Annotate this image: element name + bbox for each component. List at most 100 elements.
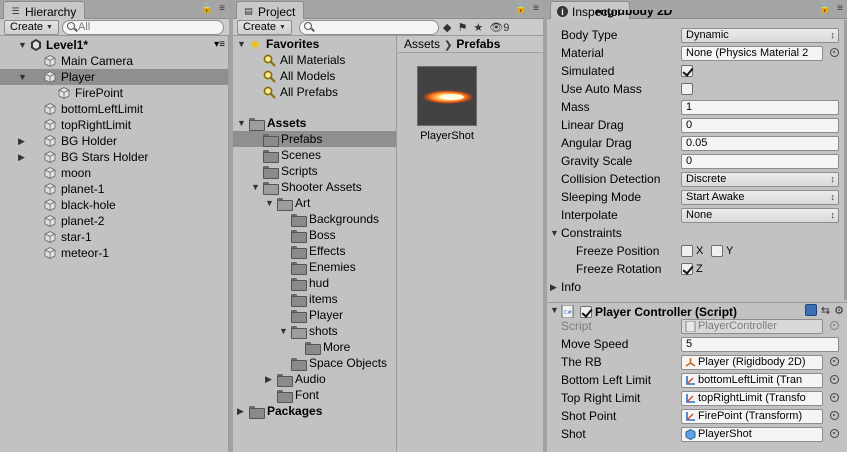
fold-open-icon[interactable]: ▼: [279, 323, 289, 339]
asset-folder-item[interactable]: Scenes: [233, 147, 396, 163]
gear-icon[interactable]: ⚙: [834, 304, 844, 317]
shot-field[interactable]: PlayerShot: [681, 427, 823, 442]
body-type-dropdown[interactable]: Dynamic: [681, 28, 839, 43]
hierarchy-create-button[interactable]: Create ▼: [4, 20, 59, 35]
asset-folder-item[interactable]: Boss: [233, 227, 396, 243]
gravity-scale-field[interactable]: 0: [681, 154, 839, 169]
asset-item-label[interactable]: PlayerShot: [403, 130, 491, 142]
fold-closed-icon[interactable]: ▶: [18, 149, 28, 165]
asset-folder-item[interactable]: Backgrounds: [233, 211, 396, 227]
hierarchy-item[interactable]: ▶ BG Stars Holder: [0, 149, 229, 165]
favorite-star-icon[interactable]: ★: [473, 21, 483, 34]
asset-folder-item[interactable]: Enemies: [233, 259, 396, 275]
preset-icon[interactable]: ⇆: [821, 304, 830, 317]
hierarchy-item[interactable]: planet-1: [0, 181, 229, 197]
breadcrumb-prefabs[interactable]: Prefabs: [456, 37, 500, 51]
fold-open-icon[interactable]: ▼: [550, 305, 559, 315]
shot-point-field[interactable]: FirePoint (Transform): [681, 409, 823, 424]
asset-folder-item[interactable]: hud: [233, 275, 396, 291]
favorite-item[interactable]: All Materials: [233, 52, 396, 68]
scene-menu-icon[interactable]: ▾≡: [214, 37, 225, 53]
fold-open-icon[interactable]: ▼: [18, 37, 28, 53]
info-row[interactable]: ▶ Info: [547, 278, 847, 296]
hierarchy-item[interactable]: star-1: [0, 229, 229, 245]
material-field[interactable]: None (Physics Material 2: [681, 46, 823, 61]
constraints-row[interactable]: ▼ Constraints: [547, 224, 847, 242]
asset-folder-item[interactable]: Effects: [233, 243, 396, 259]
simulated-checkbox[interactable]: [681, 65, 693, 77]
project-tab[interactable]: ▤ Project: [236, 1, 305, 19]
fold-open-icon[interactable]: ▼: [265, 195, 275, 211]
asset-folder-item[interactable]: Player: [233, 307, 396, 323]
object-picker-icon[interactable]: [830, 48, 839, 57]
breadcrumb-assets[interactable]: Assets: [404, 37, 440, 51]
asset-folder-item[interactable]: More: [233, 339, 396, 355]
menu-icon[interactable]: ≡: [533, 3, 539, 14]
hierarchy-item[interactable]: black-hole: [0, 197, 229, 213]
hierarchy-item[interactable]: ▼ Player: [0, 69, 229, 85]
asset-folder-item[interactable]: Space Objects: [233, 355, 396, 371]
hierarchy-item[interactable]: moon: [0, 165, 229, 181]
hidden-packages-icon[interactable]: 👁9: [489, 21, 509, 34]
favorite-item[interactable]: All Prefabs: [233, 84, 396, 100]
hierarchy-item[interactable]: meteor-1: [0, 245, 229, 261]
hierarchy-item[interactable]: Main Camera: [0, 53, 229, 69]
project-search-input[interactable]: [299, 20, 439, 35]
hierarchy-item[interactable]: topRightLimit: [0, 117, 229, 133]
asset-thumbnail[interactable]: [417, 66, 477, 126]
object-picker-icon[interactable]: [830, 375, 839, 384]
menu-icon[interactable]: ≡: [219, 3, 225, 14]
top-right-limit-field[interactable]: topRightLimit (Transfo: [681, 391, 823, 406]
object-picker-icon[interactable]: [830, 357, 839, 366]
asset-folder-item[interactable]: items: [233, 291, 396, 307]
fold-closed-icon[interactable]: ▶: [550, 278, 557, 296]
bottom-left-limit-field[interactable]: bottomLeftLimit (Tran: [681, 373, 823, 388]
filter-by-label-icon[interactable]: ⚑: [457, 21, 467, 34]
lock-icon[interactable]: 🔒: [515, 3, 527, 14]
fold-open-icon[interactable]: ▼: [237, 115, 247, 131]
hierarchy-item[interactable]: planet-2: [0, 213, 229, 229]
freeze-rotation-z-checkbox[interactable]: [681, 263, 693, 275]
project-create-button[interactable]: Create ▼: [237, 20, 292, 35]
fold-open-icon[interactable]: ▼: [237, 36, 247, 52]
freeze-position-x-checkbox[interactable]: [681, 245, 693, 257]
assets-row[interactable]: ▼ Assets: [233, 115, 396, 131]
asset-folder-item[interactable]: ▼ Art: [233, 195, 396, 211]
collision-detection-dropdown[interactable]: Discrete: [681, 172, 839, 187]
asset-folder-item[interactable]: ▼ shots: [233, 323, 396, 339]
scene-row[interactable]: ▼ Level1* ▾≡: [0, 37, 229, 53]
interpolate-dropdown[interactable]: None: [681, 208, 839, 223]
filter-by-type-icon[interactable]: ◆: [443, 21, 451, 34]
fold-open-icon[interactable]: ▼: [251, 179, 261, 195]
asset-folder-item[interactable]: Font: [233, 387, 396, 403]
asset-folder-item[interactable]: Prefabs: [233, 131, 396, 147]
fold-open-icon[interactable]: ▼: [18, 69, 28, 85]
hierarchy-item[interactable]: FirePoint: [0, 85, 229, 101]
asset-folder-item[interactable]: Scripts: [233, 163, 396, 179]
hierarchy-item[interactable]: ▶ BG Holder: [0, 133, 229, 149]
mass-field[interactable]: 1: [681, 100, 839, 115]
favorite-item[interactable]: All Models: [233, 68, 396, 84]
hierarchy-search-input[interactable]: All: [62, 20, 224, 35]
packages-row[interactable]: ▶ Packages: [233, 403, 396, 419]
fold-closed-icon[interactable]: ▶: [265, 371, 275, 387]
object-picker-icon[interactable]: [830, 393, 839, 402]
help-book-icon[interactable]: [804, 304, 817, 316]
move-speed-field[interactable]: 5: [681, 337, 839, 352]
favorites-row[interactable]: ▼ ★ Favorites: [233, 36, 396, 52]
asset-folder-item[interactable]: ▼ Shooter Assets: [233, 179, 396, 195]
hierarchy-item[interactable]: bottomLeftLimit: [0, 101, 229, 117]
angular-drag-field[interactable]: 0.05: [681, 136, 839, 151]
fold-closed-icon[interactable]: ▶: [237, 403, 247, 419]
lock-icon[interactable]: 🔒: [201, 3, 213, 14]
object-picker-icon[interactable]: [830, 411, 839, 420]
fold-open-icon[interactable]: ▼: [550, 224, 559, 242]
linear-drag-field[interactable]: 0: [681, 118, 839, 133]
the-rb-field[interactable]: Player (Rigidbody 2D): [681, 355, 823, 370]
freeze-position-y-checkbox[interactable]: [711, 245, 723, 257]
fold-closed-icon[interactable]: ▶: [18, 133, 28, 149]
use-auto-mass-checkbox[interactable]: [681, 83, 693, 95]
sleeping-mode-dropdown[interactable]: Start Awake: [681, 190, 839, 205]
object-picker-icon[interactable]: [830, 429, 839, 438]
hierarchy-tab[interactable]: ☰ Hierarchy: [3, 1, 86, 19]
